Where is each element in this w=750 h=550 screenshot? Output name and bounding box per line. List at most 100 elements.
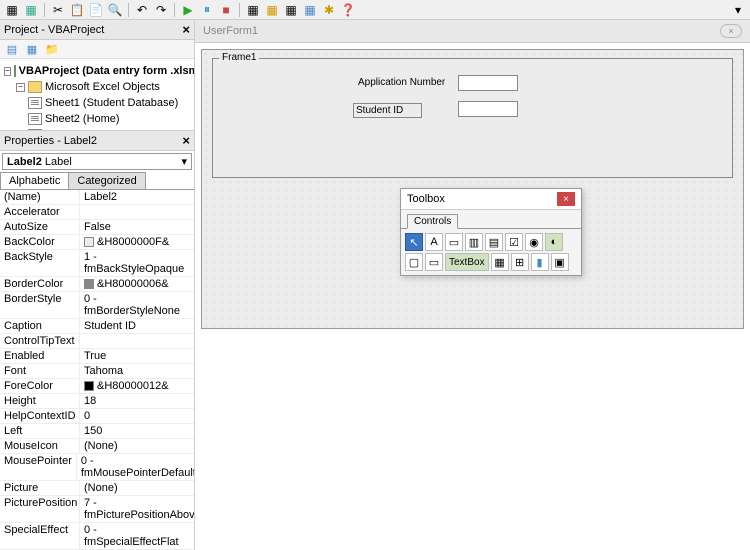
break-icon[interactable]: ⏸ <box>199 2 215 18</box>
property-row[interactable]: ControlTipText <box>0 334 194 349</box>
property-value[interactable]: True <box>80 349 194 363</box>
tool-multipage-icon[interactable]: ⊞ <box>511 253 529 271</box>
userform-close-icon[interactable]: × <box>720 24 742 38</box>
textbox-application-number[interactable] <box>458 75 518 91</box>
property-row[interactable]: BorderColor&H80000006& <box>0 277 194 292</box>
property-value[interactable]: (None) <box>80 481 194 495</box>
property-row[interactable]: MousePointer0 - fmMousePointerDefault <box>0 454 194 481</box>
textbox-student-id[interactable] <box>458 101 518 117</box>
property-value[interactable]: 18 <box>80 394 194 408</box>
tb-icon[interactable]: ✂ <box>50 2 66 18</box>
tab-categorized[interactable]: Categorized <box>68 172 145 189</box>
property-row[interactable]: ForeColor&H80000012& <box>0 379 194 394</box>
property-value[interactable]: Tahoma <box>80 364 194 378</box>
property-row[interactable]: CaptionStudent ID <box>0 319 194 334</box>
tool-listbox-icon[interactable]: ▤ <box>485 233 503 251</box>
property-row[interactable]: BackColor&H8000000F& <box>0 235 194 250</box>
tb-icon[interactable]: 📄 <box>88 2 104 18</box>
close-icon[interactable]: × <box>182 133 190 148</box>
toolbox-close-icon[interactable]: × <box>557 192 575 206</box>
tb-icon[interactable]: ▦ <box>245 2 261 18</box>
toolbox-titlebar[interactable]: Toolbox × <box>401 189 581 210</box>
tool-textbox-label[interactable]: TextBox <box>445 253 489 271</box>
project-panel-title: Project - VBAProject × <box>0 20 194 40</box>
property-value[interactable]: &H8000000F& <box>80 235 194 249</box>
tree-leaf[interactable]: Sheet1 (Student Database) <box>4 95 190 111</box>
redo-icon[interactable]: ↷ <box>153 2 169 18</box>
toolbox-title-text: Toolbox <box>407 193 445 205</box>
toolbox-window[interactable]: Toolbox × Controls ↖ A ▭ ▥ ▤ ☑ ◉ ◐ ▢ ▭ T… <box>400 188 582 276</box>
folder-icon[interactable]: 📁 <box>44 42 60 56</box>
property-grid[interactable]: (Name)Label2AcceleratorAutoSizeFalseBack… <box>0 190 194 550</box>
property-row[interactable]: BorderStyle0 - fmBorderStyleNone <box>0 292 194 319</box>
tool-toggle-icon[interactable]: ◐ <box>545 233 563 251</box>
property-value[interactable]: 150 <box>80 424 194 438</box>
label-application-number[interactable]: Application Number <box>358 77 445 88</box>
property-value[interactable]: 0 - fmSpecialEffectFlat <box>80 523 194 549</box>
tree-node[interactable]: −Microsoft Excel Objects <box>4 79 190 95</box>
property-row[interactable]: (Name)Label2 <box>0 190 194 205</box>
undo-icon[interactable]: ↶ <box>134 2 150 18</box>
property-row[interactable]: EnabledTrue <box>0 349 194 364</box>
tb-icon[interactable]: 🔍 <box>107 2 123 18</box>
property-row[interactable]: Left150 <box>0 424 194 439</box>
tb-icon[interactable]: ✱ <box>321 2 337 18</box>
project-tree[interactable]: −VBAProject (Data entry form .xlsm) −Mic… <box>0 59 194 130</box>
property-row[interactable]: Accelerator <box>0 205 194 220</box>
stop-icon[interactable]: ■ <box>218 2 234 18</box>
tool-pointer-icon[interactable]: ↖ <box>405 233 423 251</box>
object-selector[interactable]: Label2 Label ▾ <box>2 153 192 170</box>
property-value[interactable]: 0 - fmBorderStyleNone <box>80 292 194 318</box>
tool-label-icon[interactable]: A <box>425 233 443 251</box>
property-value[interactable]: 7 - fmPicturePositionAboveCenter <box>80 496 194 522</box>
tree-leaf[interactable]: Sheet2 (Home) <box>4 111 190 127</box>
tool-tabstrip-icon[interactable]: ▦ <box>491 253 509 271</box>
property-row[interactable]: Picture(None) <box>0 481 194 496</box>
view-code-icon[interactable]: ▤ <box>4 42 20 56</box>
dropdown-icon[interactable]: ▾ <box>730 2 746 18</box>
toolbox-tab-controls[interactable]: Controls <box>407 214 458 229</box>
tool-image-icon[interactable]: ▣ <box>551 253 569 271</box>
property-row[interactable]: AutoSizeFalse <box>0 220 194 235</box>
tool-scrollbar-icon[interactable]: ▮ <box>531 253 549 271</box>
property-row[interactable]: FontTahoma <box>0 364 194 379</box>
property-value[interactable]: Student ID <box>80 319 194 333</box>
view-object-icon[interactable]: ▦ <box>24 42 40 56</box>
property-value[interactable]: &H80000006& <box>80 277 194 291</box>
property-value[interactable]: 0 - fmMousePointerDefault <box>77 454 194 480</box>
property-value[interactable] <box>80 334 194 348</box>
tb-icon[interactable]: 📋 <box>69 2 85 18</box>
tb-icon[interactable]: ▦ <box>4 2 20 18</box>
close-icon[interactable]: × <box>182 22 190 37</box>
tb-icon[interactable]: ▦ <box>302 2 318 18</box>
property-value[interactable]: False <box>80 220 194 234</box>
help-icon[interactable]: ❓ <box>340 2 356 18</box>
property-row[interactable]: PicturePosition7 - fmPicturePositionAbov… <box>0 496 194 523</box>
tool-command-icon[interactable]: ▭ <box>425 253 443 271</box>
label-student-id[interactable]: Student ID <box>353 103 422 118</box>
tool-textbox-icon[interactable]: ▭ <box>445 233 463 251</box>
property-value[interactable]: Label2 <box>80 190 194 204</box>
tool-option-icon[interactable]: ◉ <box>525 233 543 251</box>
run-icon[interactable]: ▶ <box>180 2 196 18</box>
property-value[interactable]: &H80000012& <box>80 379 194 393</box>
property-row[interactable]: MouseIcon(None) <box>0 439 194 454</box>
tb-icon[interactable]: ▦ <box>23 2 39 18</box>
property-value[interactable] <box>80 205 194 219</box>
property-value[interactable]: 1 - fmBackStyleOpaque <box>80 250 194 276</box>
tree-root[interactable]: −VBAProject (Data entry form .xlsm) <box>4 63 190 79</box>
designer-canvas: UserForm1 × Frame1 Application Number St… <box>195 20 750 550</box>
tb-icon[interactable]: ▦ <box>264 2 280 18</box>
tab-alphabetic[interactable]: Alphabetic <box>0 172 69 189</box>
tool-frame-icon[interactable]: ▢ <box>405 253 423 271</box>
property-row[interactable]: BackStyle1 - fmBackStyleOpaque <box>0 250 194 277</box>
property-row[interactable]: HelpContextID0 <box>0 409 194 424</box>
tb-icon[interactable]: ▦ <box>283 2 299 18</box>
property-value[interactable]: (None) <box>80 439 194 453</box>
property-row[interactable]: Height18 <box>0 394 194 409</box>
tool-combobox-icon[interactable]: ▥ <box>465 233 483 251</box>
frame1[interactable]: Frame1 Application Number Student ID <box>212 58 733 178</box>
tool-checkbox-icon[interactable]: ☑ <box>505 233 523 251</box>
property-row[interactable]: SpecialEffect0 - fmSpecialEffectFlat <box>0 523 194 550</box>
property-value[interactable]: 0 <box>80 409 194 423</box>
